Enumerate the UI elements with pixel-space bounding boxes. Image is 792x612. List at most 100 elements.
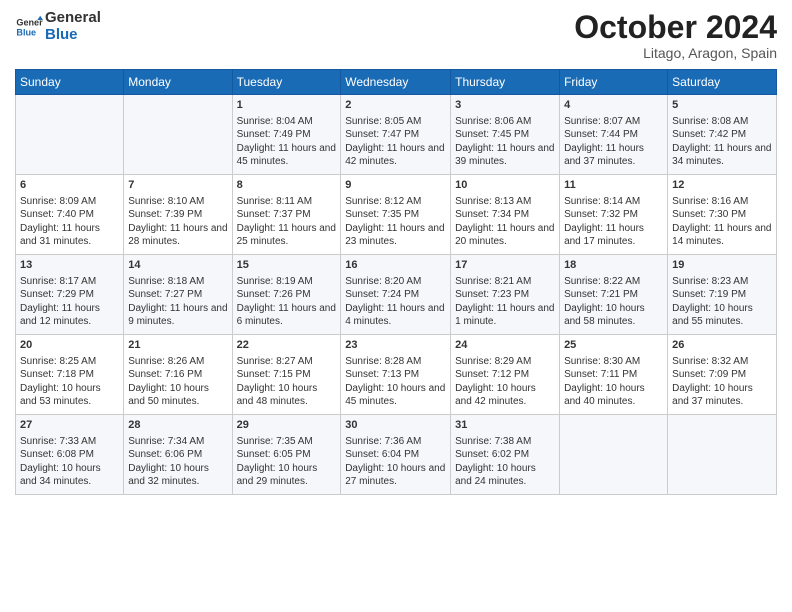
- table-row: 30 Sunrise: 7:36 AM Sunset: 6:04 PM Dayli…: [341, 415, 451, 495]
- table-row: 17 Sunrise: 8:21 AM Sunset: 7:23 PM Dayli…: [451, 255, 560, 335]
- table-row: 28 Sunrise: 7:34 AM Sunset: 6:06 PM Dayli…: [124, 415, 232, 495]
- table-row: 23 Sunrise: 8:28 AM Sunset: 7:13 PM Dayli…: [341, 335, 451, 415]
- day-number: 15: [237, 258, 337, 273]
- day-info: Sunrise: 8:04 AM Sunset: 7:49 PM Dayligh…: [237, 115, 337, 169]
- table-row: 11 Sunrise: 8:14 AM Sunset: 7:32 PM Dayli…: [560, 175, 668, 255]
- day-number: 11: [564, 178, 663, 193]
- calendar-header-row: Sunday Monday Tuesday Wednesday Thursday…: [16, 70, 777, 95]
- day-number: 22: [237, 338, 337, 353]
- day-number: 30: [345, 418, 446, 433]
- day-number: 10: [455, 178, 555, 193]
- table-row: 27 Sunrise: 7:33 AM Sunset: 6:08 PM Dayli…: [16, 415, 124, 495]
- day-info: Sunrise: 8:05 AM Sunset: 7:47 PM Dayligh…: [345, 115, 446, 169]
- day-info: Sunrise: 8:18 AM Sunset: 7:27 PM Dayligh…: [128, 275, 227, 329]
- calendar-week-row: 13 Sunrise: 8:17 AM Sunset: 7:29 PM Dayli…: [16, 255, 777, 335]
- day-info: Sunrise: 8:30 AM Sunset: 7:11 PM Dayligh…: [564, 355, 663, 409]
- day-info: Sunrise: 7:38 AM Sunset: 6:02 PM Dayligh…: [455, 435, 555, 489]
- day-number: 1: [237, 98, 337, 113]
- logo-icon: General Blue: [15, 13, 43, 41]
- table-row: 2Sunrise: 8:05 AM Sunset: 7:47 PM Daylig…: [341, 95, 451, 175]
- location: Litago, Aragon, Spain: [574, 45, 777, 61]
- page: General Blue General Blue October 2024 L…: [0, 0, 792, 612]
- col-thursday: Thursday: [451, 70, 560, 95]
- table-row: 19 Sunrise: 8:23 AM Sunset: 7:19 PM Dayli…: [668, 255, 777, 335]
- day-info: Sunrise: 8:17 AM Sunset: 7:29 PM Dayligh…: [20, 275, 119, 329]
- day-number: 8: [237, 178, 337, 193]
- table-row: 25 Sunrise: 8:30 AM Sunset: 7:11 PM Dayli…: [560, 335, 668, 415]
- day-number: 16: [345, 258, 446, 273]
- day-number: 18: [564, 258, 663, 273]
- day-number: 3: [455, 98, 555, 113]
- table-row: [668, 415, 777, 495]
- day-info: Sunrise: 8:16 AM Sunset: 7:30 PM Dayligh…: [672, 195, 772, 249]
- day-number: 12: [672, 178, 772, 193]
- day-info: Sunrise: 8:28 AM Sunset: 7:13 PM Dayligh…: [345, 355, 446, 409]
- table-row: 14Sunrise: 8:18 AM Sunset: 7:27 PM Dayli…: [124, 255, 232, 335]
- day-info: Sunrise: 8:13 AM Sunset: 7:34 PM Dayligh…: [455, 195, 555, 249]
- day-info: Sunrise: 8:06 AM Sunset: 7:45 PM Dayligh…: [455, 115, 555, 169]
- table-row: 16 Sunrise: 8:20 AM Sunset: 7:24 PM Dayli…: [341, 255, 451, 335]
- day-info: Sunrise: 8:14 AM Sunset: 7:32 PM Dayligh…: [564, 195, 663, 249]
- table-row: 3 Sunrise: 8:06 AM Sunset: 7:45 PM Daylig…: [451, 95, 560, 175]
- col-monday: Monday: [124, 70, 232, 95]
- col-tuesday: Tuesday: [232, 70, 341, 95]
- day-info: Sunrise: 8:23 AM Sunset: 7:19 PM Dayligh…: [672, 275, 772, 329]
- day-info: Sunrise: 8:25 AM Sunset: 7:18 PM Dayligh…: [20, 355, 119, 409]
- table-row: 12 Sunrise: 8:16 AM Sunset: 7:30 PM Dayli…: [668, 175, 777, 255]
- day-info: Sunrise: 8:08 AM Sunset: 7:42 PM Dayligh…: [672, 115, 772, 169]
- calendar-week-row: 1 Sunrise: 8:04 AM Sunset: 7:49 PM Daylig…: [16, 95, 777, 175]
- day-info: Sunrise: 8:21 AM Sunset: 7:23 PM Dayligh…: [455, 275, 555, 329]
- col-friday: Friday: [560, 70, 668, 95]
- day-info: Sunrise: 8:27 AM Sunset: 7:15 PM Dayligh…: [237, 355, 337, 409]
- day-number: 4: [564, 98, 663, 113]
- col-saturday: Saturday: [668, 70, 777, 95]
- day-number: 6: [20, 178, 119, 193]
- table-row: 29Sunrise: 7:35 AM Sunset: 6:05 PM Dayli…: [232, 415, 341, 495]
- day-number: 13: [20, 258, 119, 273]
- table-row: 9Sunrise: 8:12 AM Sunset: 7:35 PM Daylig…: [341, 175, 451, 255]
- table-row: 21 Sunrise: 8:26 AM Sunset: 7:16 PM Dayli…: [124, 335, 232, 415]
- day-number: 21: [128, 338, 227, 353]
- day-info: Sunrise: 7:33 AM Sunset: 6:08 PM Dayligh…: [20, 435, 119, 489]
- day-number: 31: [455, 418, 555, 433]
- calendar-week-row: 27 Sunrise: 7:33 AM Sunset: 6:08 PM Dayli…: [16, 415, 777, 495]
- day-info: Sunrise: 8:29 AM Sunset: 7:12 PM Dayligh…: [455, 355, 555, 409]
- table-row: 4 Sunrise: 8:07 AM Sunset: 7:44 PM Daylig…: [560, 95, 668, 175]
- day-number: 5: [672, 98, 772, 113]
- day-number: 7: [128, 178, 227, 193]
- day-number: 27: [20, 418, 119, 433]
- calendar-table: Sunday Monday Tuesday Wednesday Thursday…: [15, 69, 777, 495]
- col-sunday: Sunday: [16, 70, 124, 95]
- day-number: 9: [345, 178, 446, 193]
- day-info: Sunrise: 8:07 AM Sunset: 7:44 PM Dayligh…: [564, 115, 663, 169]
- table-row: 10 Sunrise: 8:13 AM Sunset: 7:34 PM Dayli…: [451, 175, 560, 255]
- table-row: 1 Sunrise: 8:04 AM Sunset: 7:49 PM Daylig…: [232, 95, 341, 175]
- day-number: 29: [237, 418, 337, 433]
- day-info: Sunrise: 8:32 AM Sunset: 7:09 PM Dayligh…: [672, 355, 772, 409]
- calendar-week-row: 6 Sunrise: 8:09 AM Sunset: 7:40 PM Daylig…: [16, 175, 777, 255]
- day-number: 17: [455, 258, 555, 273]
- table-row: 15Sunrise: 8:19 AM Sunset: 7:26 PM Dayli…: [232, 255, 341, 335]
- day-info: Sunrise: 8:11 AM Sunset: 7:37 PM Dayligh…: [237, 195, 337, 249]
- svg-text:Blue: Blue: [16, 27, 36, 37]
- day-number: 23: [345, 338, 446, 353]
- day-info: Sunrise: 7:34 AM Sunset: 6:06 PM Dayligh…: [128, 435, 227, 489]
- day-info: Sunrise: 8:26 AM Sunset: 7:16 PM Dayligh…: [128, 355, 227, 409]
- day-info: Sunrise: 8:20 AM Sunset: 7:24 PM Dayligh…: [345, 275, 446, 329]
- table-row: 6 Sunrise: 8:09 AM Sunset: 7:40 PM Daylig…: [16, 175, 124, 255]
- calendar-week-row: 20 Sunrise: 8:25 AM Sunset: 7:18 PM Dayli…: [16, 335, 777, 415]
- table-row: 7Sunrise: 8:10 AM Sunset: 7:39 PM Daylig…: [124, 175, 232, 255]
- day-number: 19: [672, 258, 772, 273]
- day-info: Sunrise: 8:22 AM Sunset: 7:21 PM Dayligh…: [564, 275, 663, 329]
- table-row: 26Sunrise: 8:32 AM Sunset: 7:09 PM Dayli…: [668, 335, 777, 415]
- col-wednesday: Wednesday: [341, 70, 451, 95]
- day-info: Sunrise: 7:36 AM Sunset: 6:04 PM Dayligh…: [345, 435, 446, 489]
- day-number: 25: [564, 338, 663, 353]
- table-row: 31 Sunrise: 7:38 AM Sunset: 6:02 PM Dayli…: [451, 415, 560, 495]
- day-number: 28: [128, 418, 227, 433]
- day-number: 20: [20, 338, 119, 353]
- table-row: 24Sunrise: 8:29 AM Sunset: 7:12 PM Dayli…: [451, 335, 560, 415]
- table-row: 22 Sunrise: 8:27 AM Sunset: 7:15 PM Dayli…: [232, 335, 341, 415]
- day-info: Sunrise: 8:09 AM Sunset: 7:40 PM Dayligh…: [20, 195, 119, 249]
- table-row: 8 Sunrise: 8:11 AM Sunset: 7:37 PM Daylig…: [232, 175, 341, 255]
